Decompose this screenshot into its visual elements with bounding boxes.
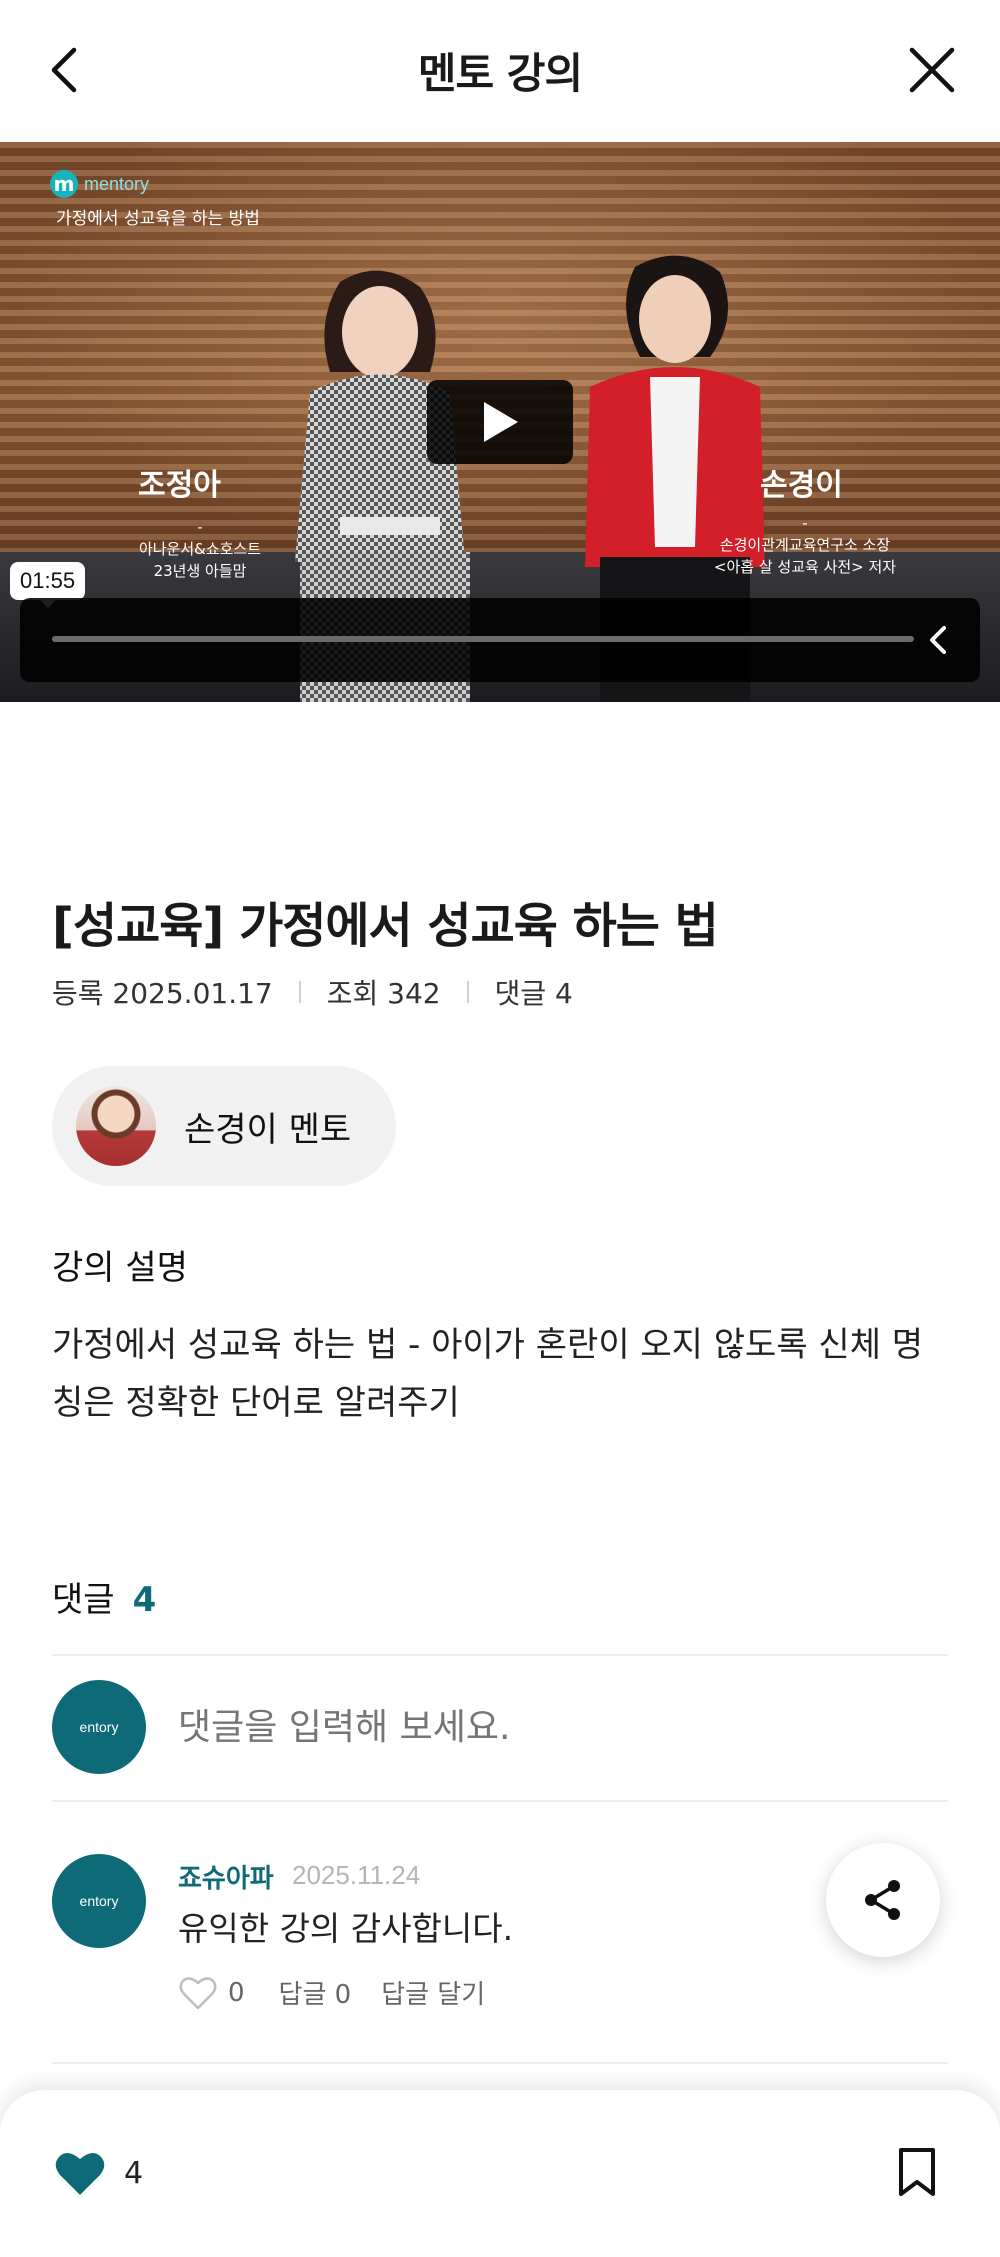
- heart-filled-icon: [55, 2152, 105, 2195]
- video-name-right: 손경이: [760, 468, 843, 503]
- comment-input-row: entory: [52, 1680, 948, 1774]
- divider: [52, 1654, 948, 1656]
- comments-count: 4: [132, 1580, 157, 1620]
- comment-text: 유익한 강의 감사합니다.: [178, 1909, 514, 1948]
- time-indicator: 01:55: [10, 562, 86, 608]
- page-title: 멘토 강의: [417, 49, 583, 98]
- registered-date: 등록 2025.01.17: [52, 977, 273, 1010]
- bottom-action-bar: 4: [0, 2090, 1000, 2257]
- share-button[interactable]: [826, 1843, 940, 1957]
- view-count: 조회 342: [326, 977, 441, 1010]
- like-button[interactable]: 4: [52, 2148, 143, 2198]
- heart-outline-icon[interactable]: [178, 1975, 218, 2011]
- comment-replies[interactable]: 답글 0: [279, 1974, 352, 2011]
- divider: [298, 981, 301, 1003]
- play-button[interactable]: [427, 380, 573, 464]
- avatar: entory: [52, 1680, 146, 1774]
- video-seekbar[interactable]: [20, 598, 980, 682]
- mentor-avatar: [76, 1086, 156, 1166]
- comment-date: 2025.11.24: [292, 1860, 421, 1890]
- video-player[interactable]: m mentory 가정에서 성교육을 하는 방법 조정아 - 아나운서&쇼호스…: [0, 142, 1000, 702]
- comment-count: 댓글 4: [494, 977, 573, 1010]
- description-body: 가정에서 성교육 하는 법 - 아이가 혼란이 오지 않도록 신체 명칭은 정확…: [52, 1325, 924, 1423]
- video-subtitle-right: - 손경이관계교육연구소 소장 <아홉 살 성교육 사전> 저자: [713, 514, 897, 576]
- mentor-chip[interactable]: 손경이 멘토: [52, 1066, 396, 1186]
- divider: [52, 1800, 948, 1802]
- video-name-left: 조정아: [138, 468, 221, 503]
- divider: [466, 981, 469, 1003]
- comments-heading: 댓글 4: [52, 1580, 157, 1620]
- comment-actions: 0 답글 0 답글 달기: [178, 1974, 485, 2011]
- play-icon: [484, 402, 518, 442]
- top-app-bar: 멘토 강의: [0, 0, 1000, 142]
- close-icon[interactable]: [904, 42, 960, 98]
- description-heading: 강의 설명: [52, 1248, 188, 1288]
- mentor-name: 손경이 멘토: [184, 1109, 352, 1150]
- share-icon: [865, 1880, 900, 1920]
- comment-like-count: 0: [228, 1977, 245, 2008]
- lecture-title: [성교육] 가정에서 성교육 하는 법: [52, 898, 719, 954]
- seekbar-track[interactable]: [52, 636, 914, 642]
- divider: [52, 2062, 948, 2064]
- comment-author[interactable]: 죠슈아파: [178, 1858, 274, 1895]
- chevron-left-icon[interactable]: [924, 620, 954, 660]
- bookmark-icon[interactable]: [896, 2146, 938, 2198]
- video-subtitle-left: - 아나운서&쇼호스트 23년생 아들맘: [138, 518, 262, 580]
- like-count: 4: [124, 2155, 144, 2191]
- video-caption: 가정에서 성교육을 하는 방법: [56, 209, 260, 229]
- lecture-meta: 등록 2025.01.17 조회 342 댓글 4: [52, 972, 573, 1012]
- reply-button[interactable]: 답글 달기: [381, 1974, 485, 2011]
- comment-input[interactable]: [178, 1706, 878, 1748]
- avatar: entory: [52, 1854, 146, 1948]
- video-brand-logo: m mentory: [50, 170, 149, 198]
